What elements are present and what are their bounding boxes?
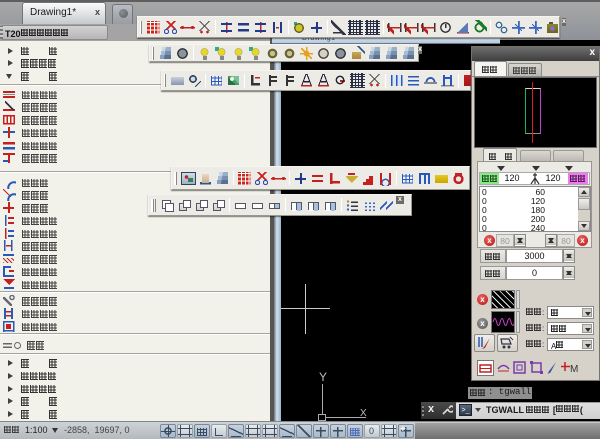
svg-text:M: M	[570, 364, 578, 375]
